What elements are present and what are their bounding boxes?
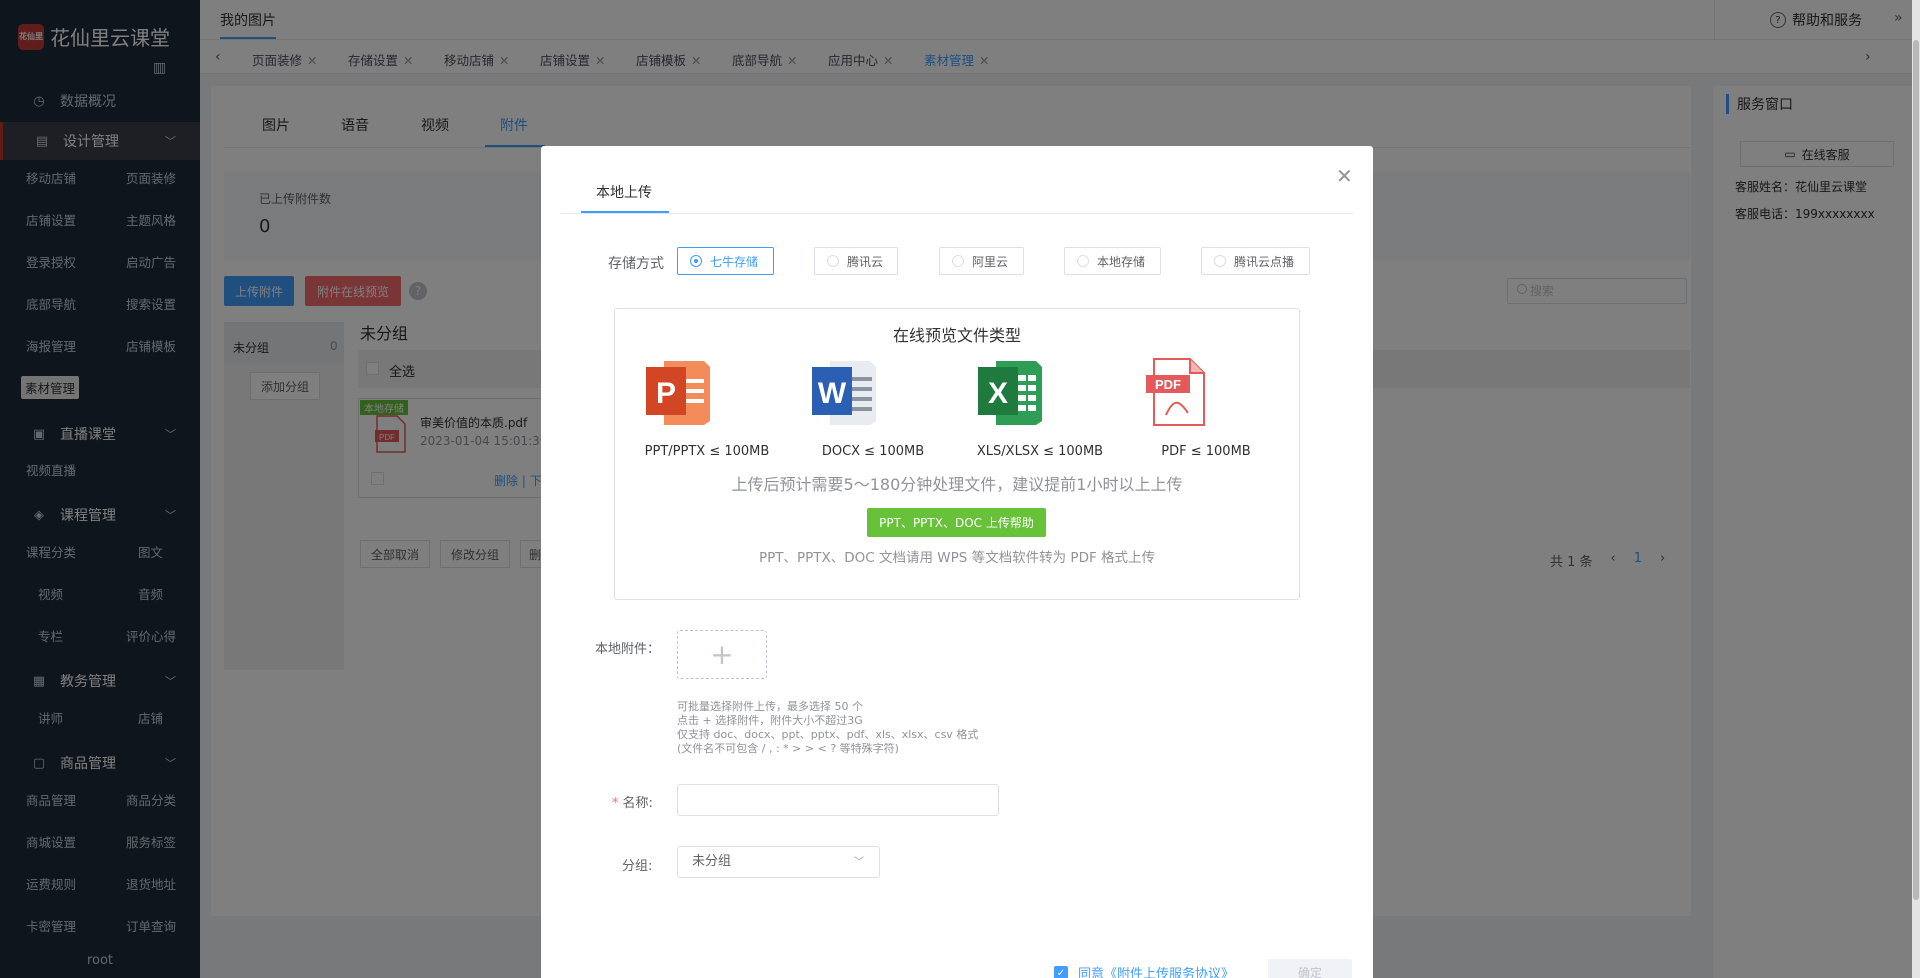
confirm-button[interactable]: 确定 [1268,959,1352,978]
agreement-link[interactable]: 《附件上传服务协议》 [1104,967,1234,978]
pdf-limit-label: PDF ≤ 100MB [1161,444,1251,459]
svg-text:P: P [656,377,676,410]
ppt-limit-label: PPT/PPTX ≤ 100MB [644,444,770,459]
storage-label: 存储方式 [608,256,664,272]
xls-limit-label: XLS/XLSX ≤ 100MB [976,444,1104,459]
required-mark: * [612,796,619,811]
scrollbar-thumb[interactable] [1913,40,1919,900]
svg-text:X: X [988,377,1008,410]
close-icon[interactable]: ✕ [1336,164,1353,188]
agree-text: 同意《附件上传服务协议》 [1078,963,1234,978]
agree-checkbox[interactable]: ✓ [1054,966,1068,978]
svg-text:W: W [818,377,847,410]
storage-option-tencent-vod[interactable]: 腾讯云点播 [1201,247,1310,275]
radio-icon [1077,255,1089,267]
add-attachment-box[interactable]: + [677,630,767,679]
processing-note: 上传后预计需要5～180分钟处理文件，建议提前1小时以上上传 [731,475,1183,494]
svg-text:PDF: PDF [1155,377,1181,392]
plus-icon: + [710,638,734,671]
radio-icon [690,255,702,267]
upload-hint: (文件名不可包含 / , : * > > < ? 等特殊字符) [677,742,899,755]
attachment-label: 本地附件： [595,642,661,657]
preview-types-title: 在线预览文件类型 [892,326,1021,345]
storage-option-aliyun[interactable]: 阿里云 [939,247,1024,275]
group-label: 分组: [622,859,653,874]
name-input[interactable] [677,784,999,816]
storage-option-tencent[interactable]: 腾讯云 [814,247,898,275]
modal-tab-local-upload[interactable]: 本地上传 [596,182,652,202]
docx-limit-label: DOCX ≤ 100MB [821,444,925,459]
name-label: * 名称: [612,796,653,811]
modal-tab-divider [561,213,1353,214]
excel-icon: X [978,361,1042,425]
storage-option-qiniu[interactable]: 七牛存储 [677,247,774,275]
radio-icon [952,255,964,267]
group-select[interactable]: 未分组 [677,846,880,878]
upload-help-button[interactable]: PPT、PPTX、DOC 上传帮助 [867,508,1046,537]
storage-option-local[interactable]: 本地存储 [1064,247,1161,275]
radio-icon [1214,255,1226,267]
word-icon: W [812,361,876,425]
modal-tab-indicator [581,211,669,213]
pdf-icon: PDF [1146,358,1205,426]
ppt-icon: P [646,361,710,425]
chevron-down-icon: ﹀ [854,857,864,868]
radio-icon [827,255,839,267]
convert-tip: PPT、PPTX、DOC 文档请用 WPS 等文档软件转为 PDF 格式上传 [758,550,1156,566]
